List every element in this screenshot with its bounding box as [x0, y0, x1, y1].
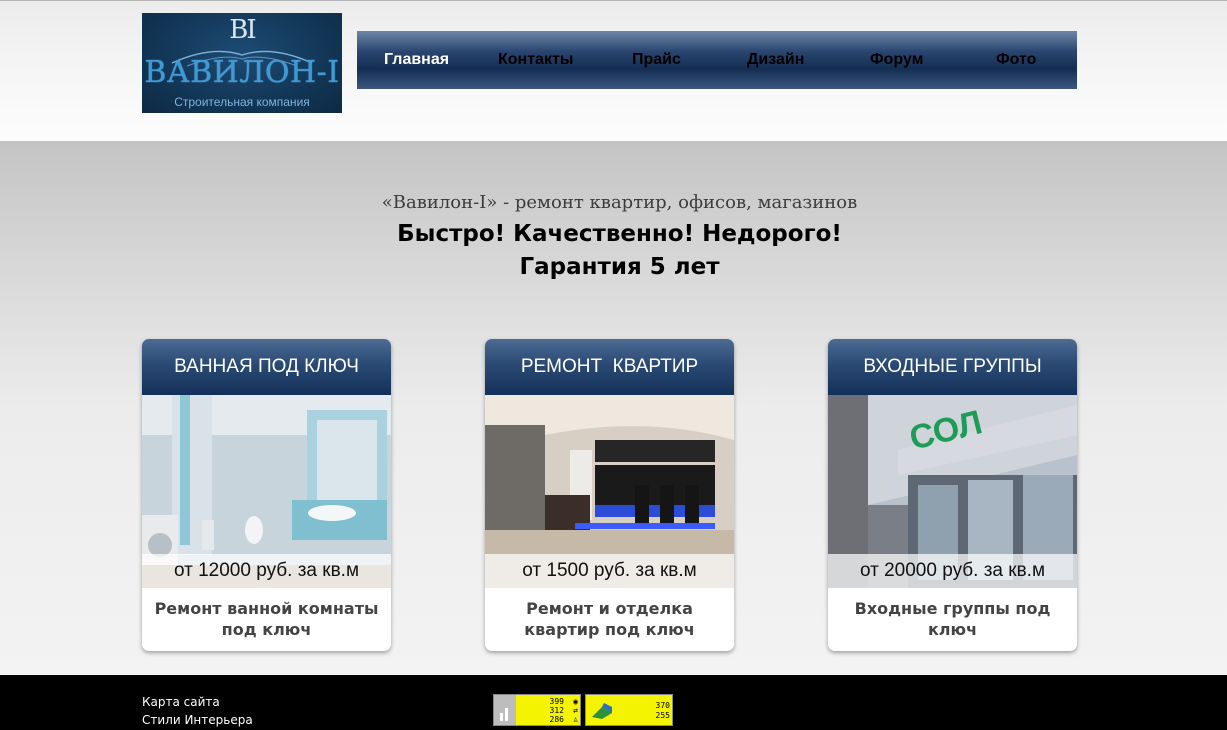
nav-item-design[interactable]: Дизайн	[747, 31, 804, 89]
logo-title: ВАВИЛОН-I	[144, 55, 340, 90]
header: BI ВАВИЛОН-I Строительная компания Главн…	[0, 1, 1227, 141]
card-apartments[interactable]: РЕМОНТ КВАРТИР от 1500 руб. за кв.м Ремо…	[485, 339, 734, 651]
card-title: РЕМОНТ КВАРТИР	[485, 339, 734, 395]
card-bathroom[interactable]: ВАННАЯ ПОД КЛЮЧ от 12000 руб. за кв.м Ре…	[142, 339, 391, 651]
logo-subtitle: Строительная компания	[174, 95, 310, 109]
card-description[interactable]: Входные группы под ключ	[840, 598, 1065, 640]
counter-value: 312	[549, 706, 564, 715]
card-entrance-groups[interactable]: ВХОДНЫЕ ГРУППЫ СОЛ от 20000 руб. за кв.м…	[828, 339, 1077, 651]
counter-value: 370	[655, 701, 670, 710]
footer-link-interior-styles[interactable]: Стили Интерьера	[142, 713, 253, 727]
counter-value: 399	[549, 697, 564, 706]
user-icon: ♙	[573, 715, 578, 724]
hero-tagline: «Вавилон-I» - ремонт квартир, офисов, ма…	[381, 192, 858, 213]
card-price: от 12000 руб. за кв.м	[142, 554, 391, 588]
card-title: ВХОДНЫЕ ГРУППЫ	[828, 339, 1077, 395]
site-logo[interactable]: BI ВАВИЛОН-I Строительная компания	[142, 13, 342, 113]
visitor-counter-2[interactable]: 370 255	[585, 694, 673, 726]
nav-item-photo[interactable]: Фото	[996, 31, 1036, 89]
nav-item-forum[interactable]: Форум	[870, 31, 924, 89]
counter-bar-icon	[494, 695, 516, 725]
counter-value: 255	[655, 711, 670, 720]
visitor-counter-1[interactable]: 399 312 286 ◉ ⇄ ♙	[493, 694, 581, 726]
card-price: от 1500 руб. за кв.м	[485, 554, 734, 588]
eye-icon: ◉	[573, 697, 578, 706]
hero-guarantee: Гарантия 5 лет	[519, 254, 720, 280]
footer-link-sitemap[interactable]: Карта сайта	[142, 695, 220, 709]
chart-logo-icon	[592, 703, 612, 719]
card-title: ВАННАЯ ПОД КЛЮЧ	[142, 339, 391, 395]
hero-headline: Быстро! Качественно! Недорого!	[397, 221, 842, 247]
counter-value: 286	[549, 715, 564, 724]
nav-item-contacts[interactable]: Контакты	[498, 31, 573, 89]
main-nav: Главная Контакты Прайс Дизайн Форум Фото	[357, 31, 1077, 89]
card-description[interactable]: Ремонт и отделка квартир под ключ	[497, 598, 722, 640]
footer: Карта сайта Стили Интерьера 399 312 286 …	[0, 675, 1227, 730]
nav-item-home[interactable]: Главная	[384, 31, 449, 89]
nav-item-price[interactable]: Прайс	[632, 31, 681, 89]
card-price: от 20000 руб. за кв.м	[828, 554, 1077, 588]
card-description[interactable]: Ремонт ванной комнаты под ключ	[154, 598, 379, 640]
arrow-icon: ⇄	[573, 706, 578, 715]
